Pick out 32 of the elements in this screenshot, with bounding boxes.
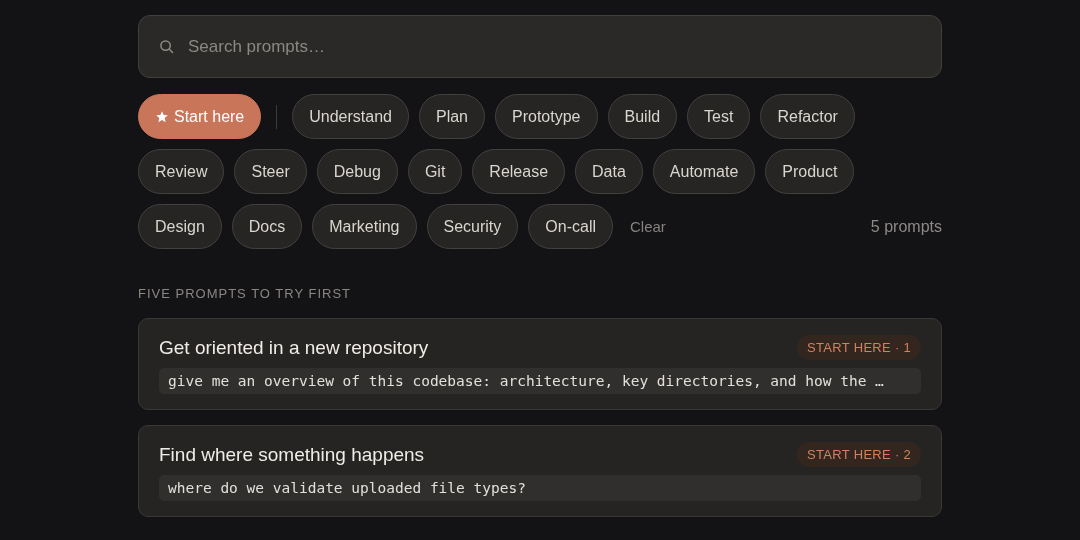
prompt-title: Get oriented in a new repository bbox=[159, 336, 429, 359]
clear-link[interactable]: Clear bbox=[630, 218, 666, 235]
prompt-text: give me an overview of this codebase: architecture, key directories, and how the … bbox=[159, 368, 921, 394]
filter-chip[interactable]: Docs bbox=[231, 204, 303, 249]
filter-chip[interactable]: Build bbox=[607, 94, 678, 139]
section-heading: FIVE PROMPTS TO TRY FIRST bbox=[138, 286, 353, 301]
filter-chip[interactable]: Product bbox=[765, 149, 855, 194]
filter-chip[interactable]: Understand bbox=[292, 94, 409, 139]
tag-badge: START HERE · 1 bbox=[797, 335, 921, 360]
filter-chip[interactable]: Steer bbox=[234, 149, 307, 194]
filter-chip[interactable]: Plan bbox=[419, 94, 485, 139]
filter-chip[interactable]: Data bbox=[575, 149, 643, 194]
prompt-card[interactable]: Get oriented in a new repository START HERE · 1 give me an overview of this codebase: architecture, key directories, and how the … bbox=[138, 318, 942, 410]
prompt-title: Find where something happens bbox=[159, 443, 425, 466]
filter-chip[interactable]: Debug bbox=[316, 149, 398, 194]
filter-chip[interactable]: Security bbox=[426, 204, 519, 249]
filter-chip[interactable]: Test bbox=[687, 94, 751, 139]
result-count: 5 prompts bbox=[870, 217, 942, 236]
filter-chip[interactable]: Release bbox=[472, 149, 566, 194]
search-field[interactable]: Search prompts… bbox=[138, 15, 942, 78]
filter-chip[interactable]: Design bbox=[138, 204, 222, 249]
filter-chip[interactable]: Prototype bbox=[495, 94, 598, 139]
filter-chip[interactable]: Automate bbox=[652, 149, 756, 194]
filter-chip[interactable]: Review bbox=[138, 149, 225, 194]
filter-chip[interactable]: Marketing bbox=[312, 204, 417, 249]
filter-chip[interactable]: Refactor bbox=[760, 94, 855, 139]
tag-badge: START HERE · 2 bbox=[797, 442, 921, 467]
filter-chip[interactable]: On-call bbox=[528, 204, 613, 249]
prompt-card[interactable]: Find where something happens START HERE · 2 where do we validate uploaded file types? bbox=[138, 425, 942, 517]
star-icon bbox=[155, 109, 169, 124]
filter-chip[interactable]: Git bbox=[407, 149, 463, 194]
prompt-text: where do we validate uploaded file types? bbox=[159, 475, 921, 501]
